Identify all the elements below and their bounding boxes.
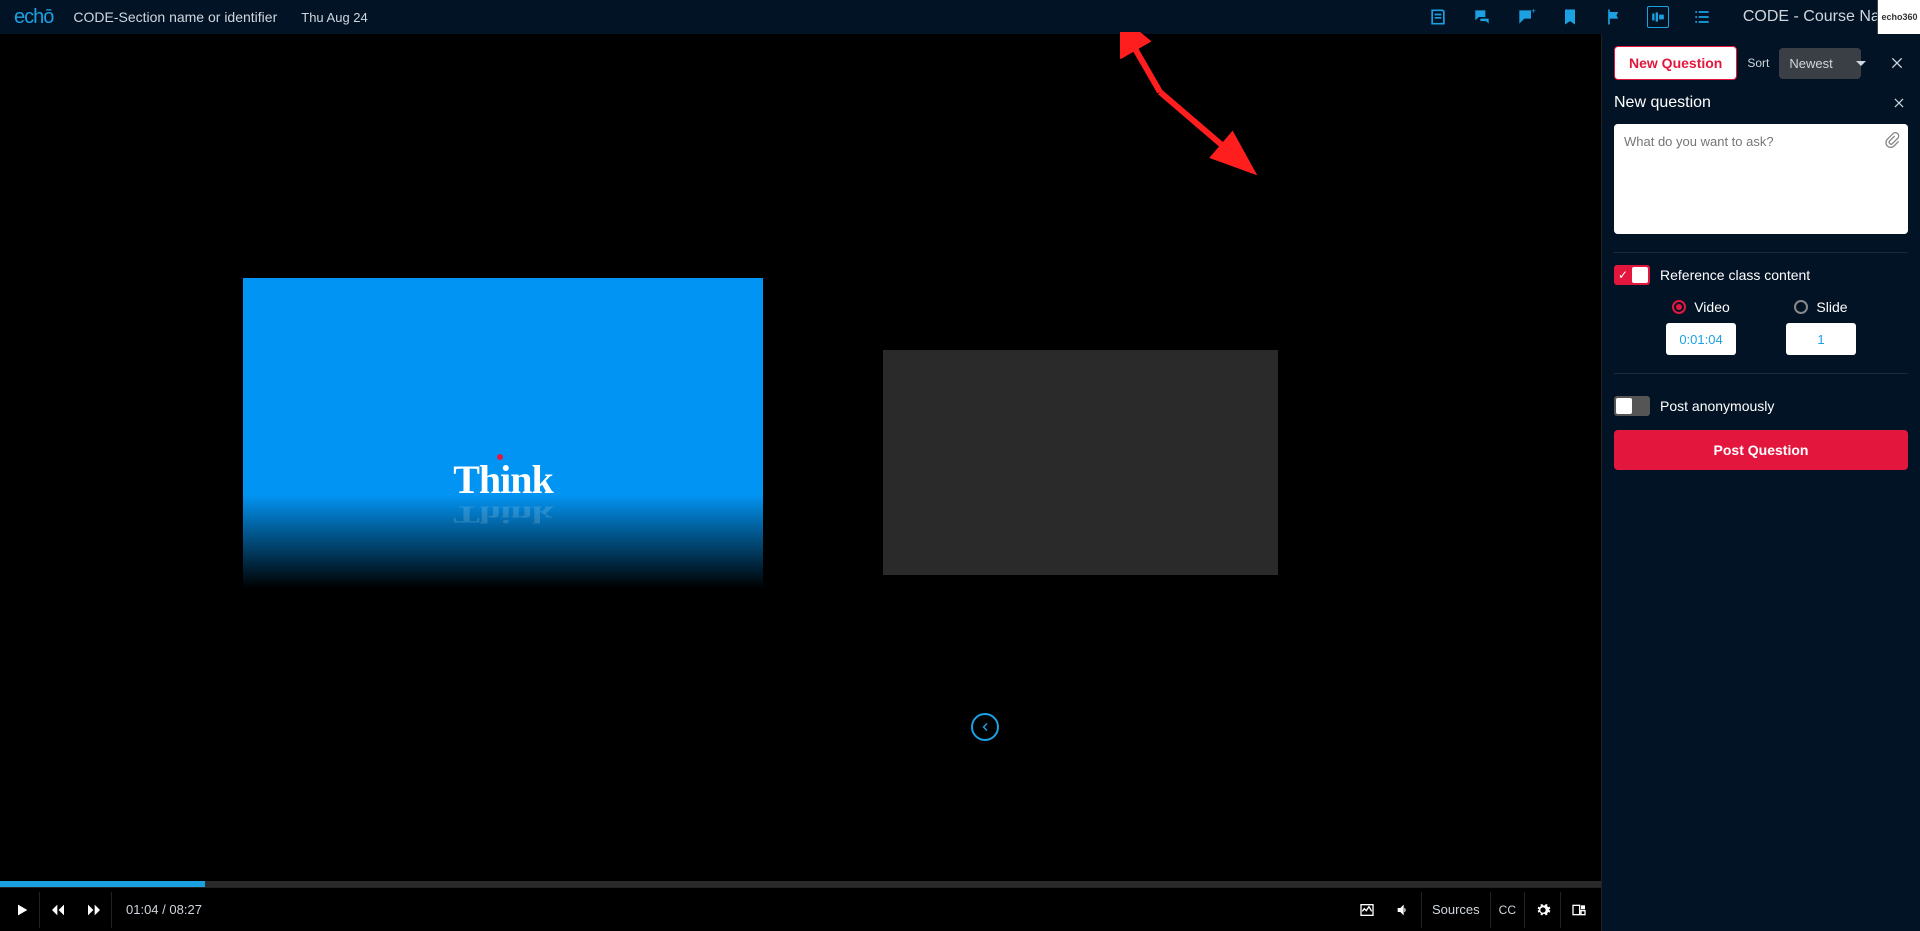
video-timestamp-input[interactable]	[1666, 323, 1736, 355]
cc-button[interactable]: CC	[1491, 892, 1525, 928]
collapse-secondary-button[interactable]	[971, 713, 999, 741]
attach-button[interactable]	[1884, 132, 1900, 148]
main-area: Think Think 01:04 / 08:27 Sources CC	[0, 34, 1920, 931]
play-button[interactable]	[4, 892, 40, 928]
forward-icon	[86, 902, 102, 918]
forward-button[interactable]	[76, 892, 112, 928]
new-question-button[interactable]: New Question	[1614, 46, 1737, 80]
notes-icon[interactable]	[1427, 6, 1449, 28]
close-icon	[1892, 96, 1906, 110]
reference-options: Video Slide	[1614, 299, 1908, 355]
check-icon: ✓	[1618, 268, 1628, 282]
anonymous-label: Post anonymously	[1660, 398, 1774, 414]
rewind-icon	[50, 902, 66, 918]
list-icon[interactable]	[1691, 6, 1713, 28]
video-radio[interactable]	[1672, 300, 1686, 314]
slide-option: Slide	[1786, 299, 1856, 355]
slide-radio[interactable]	[1794, 300, 1808, 314]
panel-header: New Question Sort Newest	[1614, 46, 1908, 80]
video-area: Think Think 01:04 / 08:27 Sources CC	[0, 34, 1602, 931]
echo-logo[interactable]: echō	[14, 6, 53, 29]
close-panel-button[interactable]	[1886, 52, 1908, 74]
svg-text:+: +	[1531, 7, 1536, 16]
post-question-button[interactable]: Post Question	[1614, 430, 1908, 470]
sort-label: Sort	[1747, 56, 1769, 70]
primary-video[interactable]: Think Think	[243, 278, 763, 588]
volume-button[interactable]	[1385, 892, 1421, 928]
settings-button[interactable]	[1525, 892, 1561, 928]
section-name[interactable]: CODE-Section name or identifier	[73, 9, 277, 25]
date-label: Thu Aug 24	[301, 10, 368, 25]
reference-toggle[interactable]: ✓	[1614, 265, 1650, 285]
layout-button[interactable]	[1561, 892, 1597, 928]
transcript-icon[interactable]	[1647, 6, 1669, 28]
toggle-knob	[1616, 398, 1632, 414]
anonymous-toggle[interactable]: ✓	[1614, 396, 1650, 416]
progress-fill	[0, 881, 205, 887]
video-slide-text: Think	[453, 456, 553, 503]
video-option-label: Video	[1694, 299, 1730, 315]
questions-panel: New Question Sort Newest New question ✓	[1602, 34, 1920, 931]
gear-icon	[1535, 902, 1551, 918]
top-icon-row: +	[1427, 6, 1713, 28]
time-display: 01:04 / 08:27	[126, 902, 202, 917]
volume-icon	[1395, 902, 1411, 918]
secondary-video[interactable]	[883, 350, 1278, 575]
rewind-button[interactable]	[40, 892, 76, 928]
progress-bar[interactable]	[0, 881, 1601, 887]
reference-label: Reference class content	[1660, 267, 1810, 283]
chevron-left-icon	[979, 721, 991, 733]
form-title: New question	[1614, 94, 1711, 112]
divider	[1614, 373, 1908, 374]
new-post-icon[interactable]: +	[1515, 6, 1537, 28]
question-input[interactable]	[1614, 124, 1908, 234]
activity-icon	[1359, 902, 1375, 918]
ext-label: echo360	[1881, 12, 1917, 22]
question-input-wrap	[1614, 124, 1908, 234]
divider	[1614, 252, 1908, 253]
discussions-icon[interactable]	[1471, 6, 1493, 28]
anonymous-row: ✓ Post anonymously	[1614, 396, 1908, 416]
layout-icon	[1571, 902, 1587, 918]
close-form-button[interactable]	[1890, 94, 1908, 112]
video-stage: Think Think	[0, 34, 1601, 881]
sort-select[interactable]: Newest	[1779, 48, 1860, 79]
flag-icon[interactable]	[1603, 6, 1625, 28]
extension-tab[interactable]: echo360	[1877, 0, 1920, 34]
new-question-form: New question ✓ Reference class content	[1614, 94, 1908, 470]
play-icon	[14, 902, 30, 918]
bookmark-icon[interactable]	[1559, 6, 1581, 28]
paperclip-icon	[1884, 132, 1900, 148]
video-option: Video	[1666, 299, 1736, 355]
analytics-button[interactable]	[1349, 892, 1385, 928]
reference-toggle-row: ✓ Reference class content	[1614, 265, 1908, 285]
slide-number-input[interactable]	[1786, 323, 1856, 355]
top-bar: echō CODE-Section name or identifier Thu…	[0, 0, 1920, 34]
slide-option-label: Slide	[1816, 299, 1847, 315]
close-icon	[1889, 55, 1905, 71]
sources-button[interactable]: Sources	[1421, 892, 1491, 928]
control-bar: 01:04 / 08:27 Sources CC	[0, 887, 1601, 931]
video-slide-reflection: Think	[453, 500, 553, 528]
toggle-knob	[1632, 267, 1648, 283]
